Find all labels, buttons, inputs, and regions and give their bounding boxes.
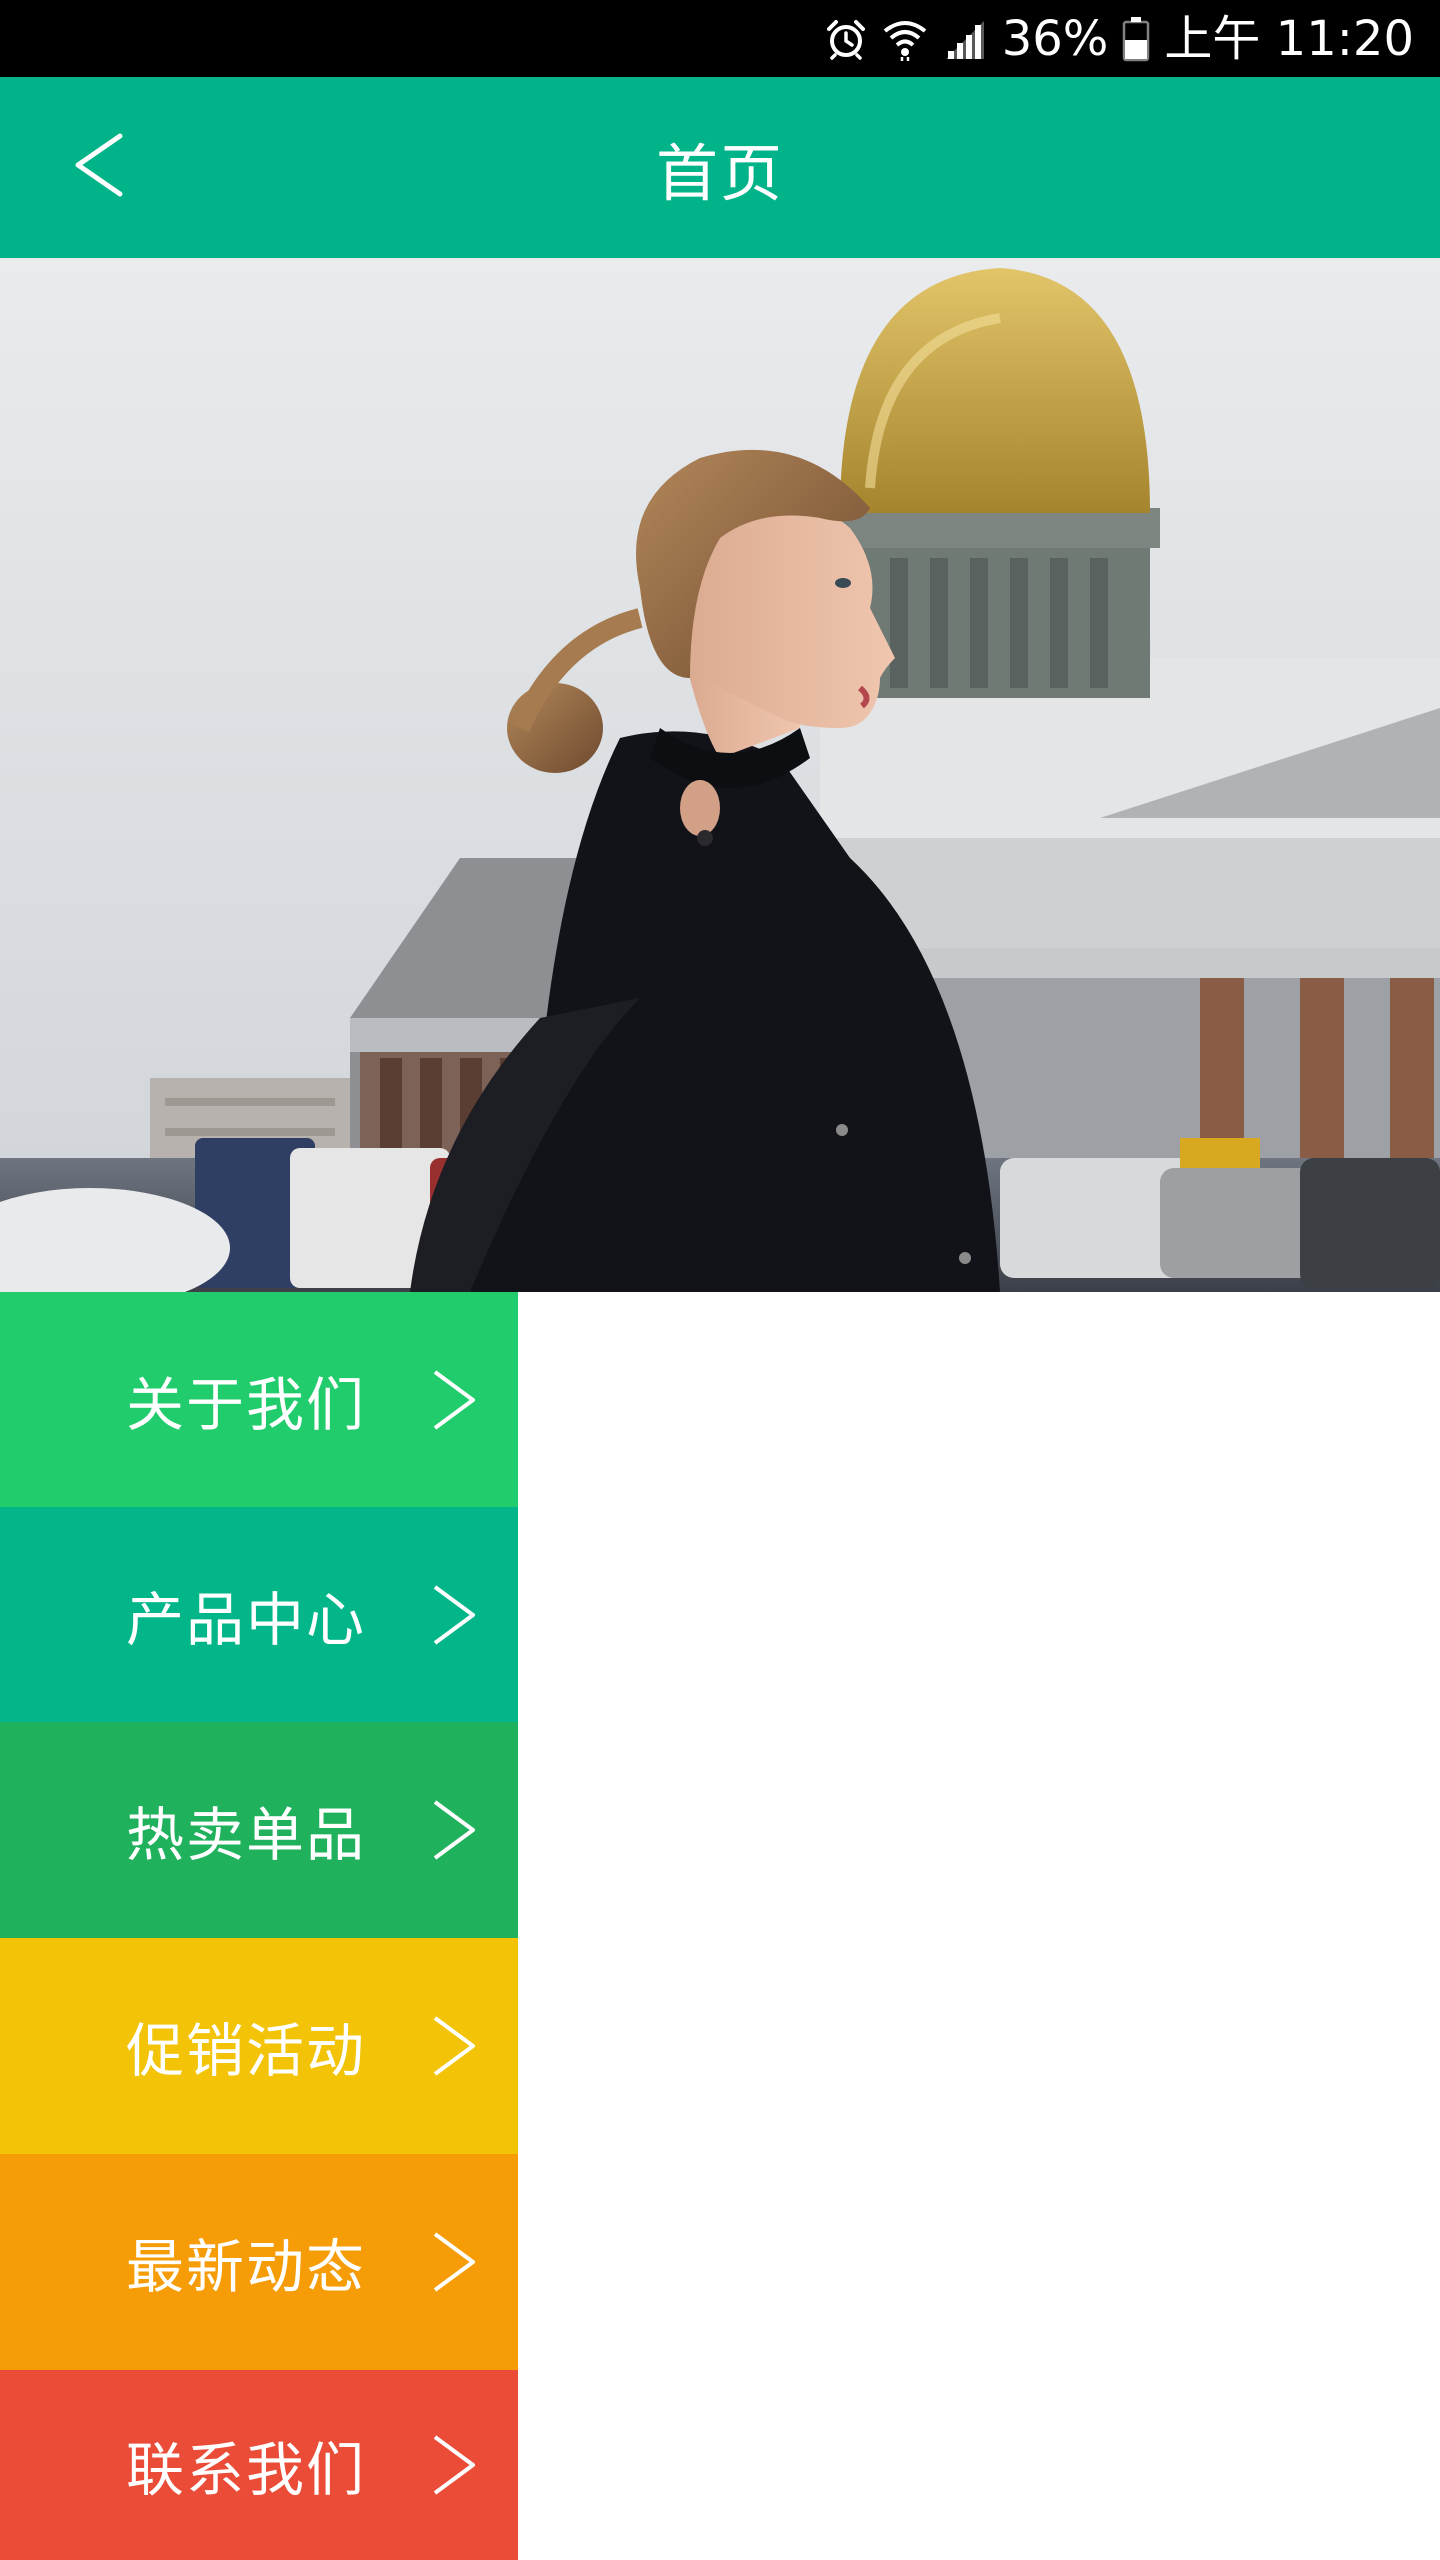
alarm-icon	[824, 17, 868, 61]
app-bar: 首页	[0, 77, 1440, 258]
menu-item-label: 促销活动	[126, 2017, 367, 2085]
menu-item-label: 产品中心	[126, 1585, 367, 1654]
menu-item-news[interactable]: 最新动态	[0, 2154, 518, 2370]
chevron-right-icon	[424, 1795, 484, 1865]
clock: 上午 11:20	[1164, 10, 1414, 67]
menu-item-label: 关于我们	[126, 1370, 367, 1439]
status-bar: 36% 上午 11:20	[0, 0, 1440, 77]
category-menu: 关于我们 产品中心 热卖单品 促销活动 最新动态 联系我们	[0, 1292, 518, 2560]
back-button[interactable]	[60, 127, 140, 207]
battery-icon	[1122, 16, 1150, 62]
menu-item-label: 最新动态	[126, 2233, 367, 2301]
content-area	[518, 1292, 1440, 2560]
menu-item-about-us[interactable]: 关于我们	[0, 1292, 518, 1507]
chevron-right-icon	[424, 2227, 484, 2297]
chevron-right-icon	[424, 2430, 484, 2500]
chevron-right-icon	[424, 1580, 484, 1650]
menu-item-products[interactable]: 产品中心	[0, 1507, 518, 1722]
page-title: 首页	[655, 136, 784, 210]
battery-percent: 36%	[1001, 10, 1109, 67]
menu-item-hot-items[interactable]: 热卖单品	[0, 1722, 518, 1938]
chevron-right-icon	[424, 1365, 484, 1435]
menu-item-label: 联系我们	[126, 2436, 367, 2504]
menu-item-label: 热卖单品	[126, 1801, 367, 1869]
signal-icon	[942, 17, 988, 61]
banner-image	[0, 258, 1440, 1292]
menu-item-promotions[interactable]: 促销活动	[0, 1938, 518, 2154]
menu-item-contact-us[interactable]: 联系我们	[0, 2370, 518, 2560]
app-screen: 36% 上午 11:20 首页 关于我们 产品中心 热卖单品 促销活动 最新动态…	[0, 0, 1440, 2560]
chevron-right-icon	[424, 2011, 484, 2081]
hero-banner[interactable]	[0, 258, 1440, 1292]
wifi-icon	[882, 17, 928, 61]
chevron-left-icon	[70, 130, 130, 204]
